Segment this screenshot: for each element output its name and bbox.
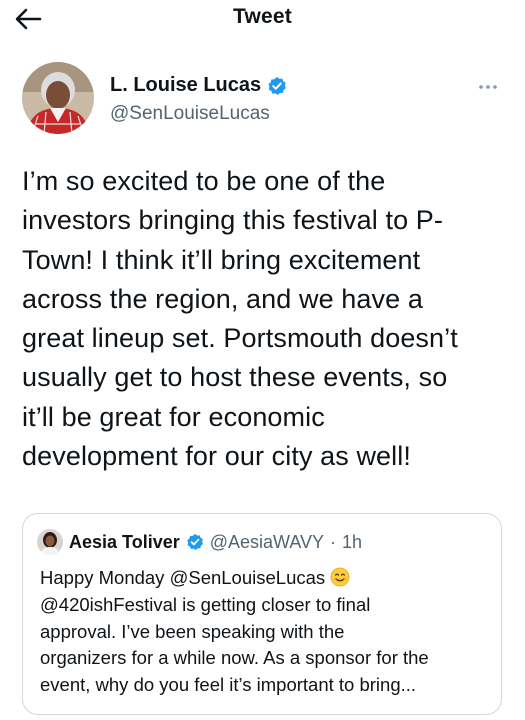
author-name-row[interactable]: L. Louise Lucas [110,74,287,97]
tweet-line: it’ll be great for economic [22,401,325,432]
more-dots-icon [479,85,497,89]
quoted-line: organizers for a while now. As a sponsor… [40,647,429,669]
quoted-tweet-card[interactable]: Aesia Toliver @AesiaWAVY · 1h Happy Mond… [22,513,502,715]
tweet-line: across the region, and we have a [22,283,423,314]
quoted-line: approval. I’ve been speaking with the [40,620,345,642]
quoted-author-handle: @AesiaWAVY [209,531,325,552]
top-bar: Tweet [0,0,525,40]
time-separator: · [330,531,337,552]
tweet-line: investors bringing this festival to P- [22,205,443,236]
quoted-timestamp: 1h [342,531,363,552]
tweet-text: I’m so excited to be one of the investor… [22,162,512,476]
author-name: L. Louise Lucas [110,74,262,96]
quoted-author-name: Aesia Toliver [69,531,180,552]
quoted-line: event, why do you feel it’s important to… [40,674,417,696]
tweet-line: usually get to host these events, so [22,362,448,393]
quoted-tweet-header: Aesia Toliver @AesiaWAVY · 1h [37,529,362,555]
quoted-line: @420ishFestival is getting closer to fin… [40,593,371,615]
author-handle[interactable]: @SenLouiseLucas [110,103,270,125]
tweet-line: I’m so excited to be one of the [22,166,386,196]
quoted-avatar [37,529,63,555]
avatar-photo [22,62,94,134]
avatar[interactable] [22,62,94,134]
smiling-face-emoji-icon [330,567,350,587]
more-options-button[interactable] [476,80,500,94]
quoted-tweet-text: Happy Monday @SenLouiseLucas @420ishFest… [40,565,495,699]
quoted-line: Happy Monday @SenLouiseLucas [40,565,495,592]
verified-badge-icon [268,76,287,95]
page-title: Tweet [233,5,292,28]
quoted-avatar-photo [37,529,63,555]
tweet-author: L. Louise Lucas @SenLouiseLucas [22,62,512,138]
tweet-line: great lineup set. Portsmouth doesn’t [22,323,458,354]
tweet-line: development for our city as well! [22,441,411,472]
verified-badge-icon [186,533,203,551]
quoted-line-text: Happy Monday @SenLouiseLucas [40,567,326,588]
tweet-line: Town! I think it’ll bring excitement [22,244,421,275]
